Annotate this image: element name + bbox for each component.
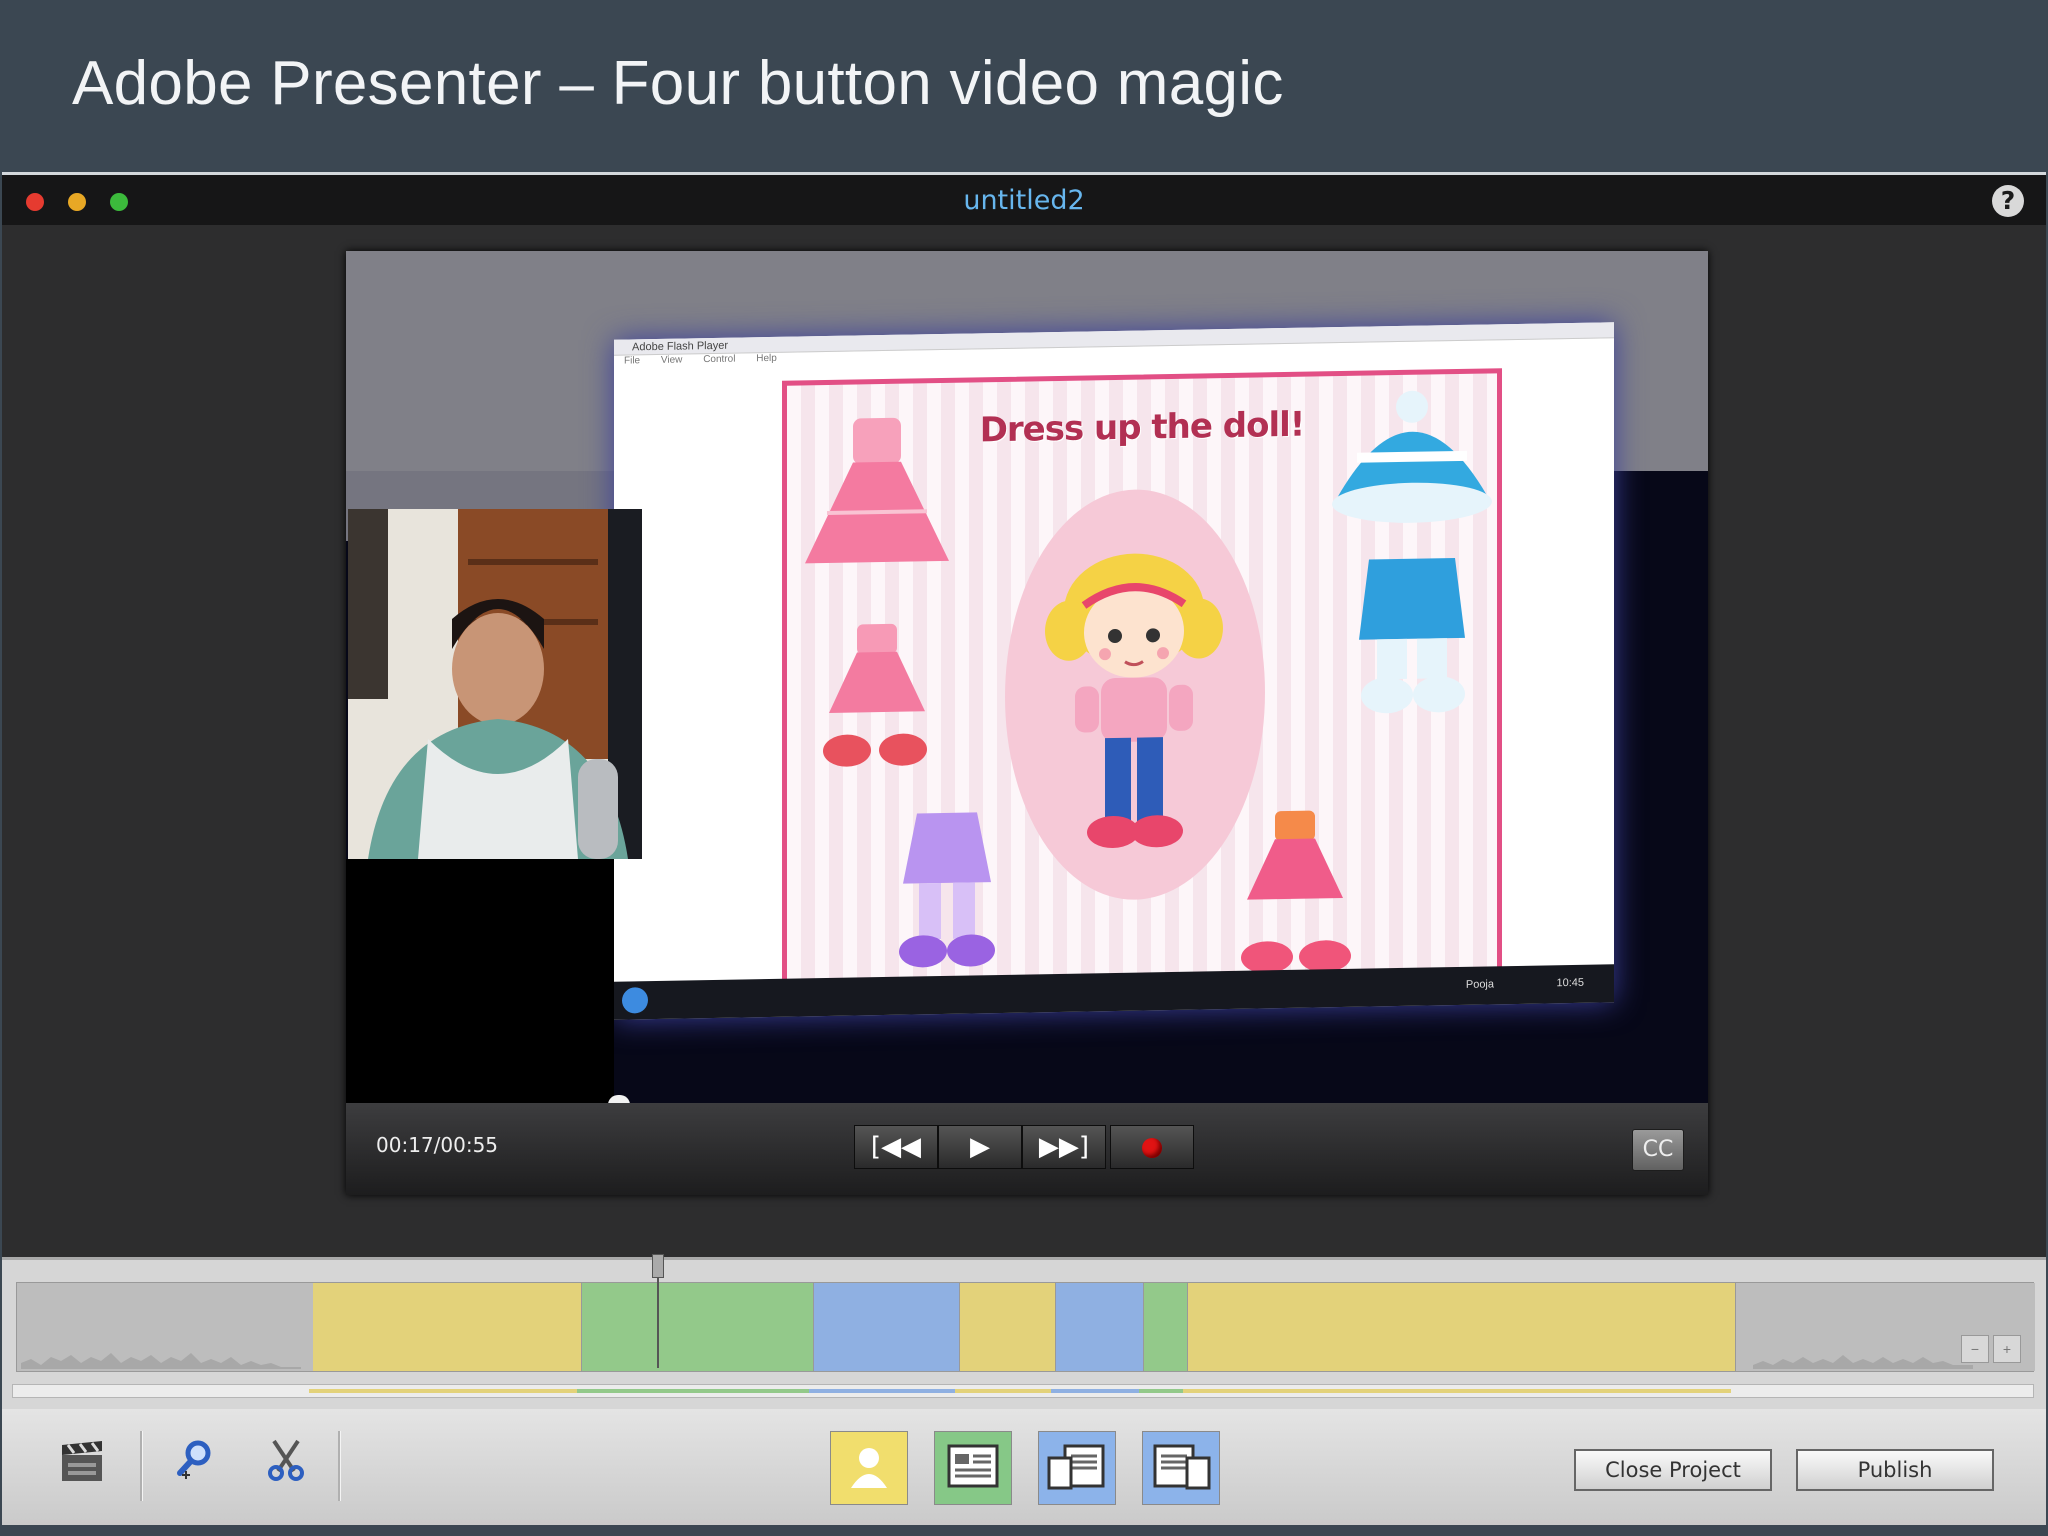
timeline-track[interactable]: − + [16, 1282, 2035, 1372]
audio-waveform-left [21, 1353, 301, 1369]
overview-segment-yellow [1183, 1389, 1731, 1393]
player-controls: 00:17/00:55 [◀◀ ▶ ▶▶] CC [346, 1103, 1708, 1195]
presenter-only-layout-button[interactable] [830, 1431, 908, 1505]
overview-segment-grey [13, 1389, 309, 1393]
pink-dress-with-shoes-item[interactable] [817, 619, 937, 771]
orange-dress-item[interactable] [1231, 806, 1361, 978]
video-player: Adobe Flash Player File View Control Hel… [346, 251, 1708, 1195]
blue-outfit-item[interactable] [1347, 548, 1477, 720]
zoom-icon[interactable] [166, 1437, 226, 1497]
content-only-layout-button[interactable] [934, 1431, 1012, 1505]
purple-outfit-item[interactable] [887, 802, 1007, 974]
zoom-in-icon[interactable]: + [1993, 1335, 2021, 1363]
content-presenter-icon [1153, 1444, 1211, 1490]
timeline-segment-blue[interactable] [1055, 1283, 1144, 1371]
toolbar-divider [140, 1431, 143, 1501]
recorded-screen: Adobe Flash Player File View Control Hel… [614, 322, 1614, 1020]
overview-segment-blue [1051, 1389, 1139, 1393]
fast-forward-button[interactable]: ▶▶] [1022, 1125, 1106, 1169]
dress-up-game: Dress up the doll! [782, 368, 1502, 993]
recorded-taskbar: Pooja 10:45 [614, 964, 1614, 1020]
slide-icon [947, 1444, 999, 1488]
video-scrub-handle[interactable] [608, 1095, 630, 1103]
play-button[interactable]: ▶ [938, 1125, 1022, 1169]
overview-segment-green [1139, 1389, 1183, 1393]
clapperboard-icon[interactable] [52, 1437, 112, 1497]
recorded-menu-item: File [624, 355, 641, 367]
presenter-window: untitled2 ? Adobe Flash Player File View… [2, 172, 2046, 1525]
playhead-handle[interactable] [652, 1254, 664, 1278]
scissors-icon[interactable] [256, 1437, 316, 1497]
closed-captions-button[interactable]: CC [1632, 1129, 1684, 1171]
windows-start-icon [622, 987, 648, 1014]
taskbar-clock: 10:45 [1556, 976, 1584, 990]
timecode: 00:17/00:55 [376, 1133, 499, 1157]
overview-segment-yellow [955, 1389, 1051, 1393]
audio-waveform-right [1753, 1355, 1973, 1369]
timeline-segment-yellow[interactable] [959, 1283, 1056, 1371]
taskbar-user: Pooja [1465, 978, 1494, 991]
presenter-left-layout-button[interactable] [1038, 1431, 1116, 1505]
timeline-segment-green[interactable] [581, 1283, 814, 1371]
close-project-button[interactable]: Close Project [1574, 1449, 1772, 1491]
timeline-segment-green[interactable] [1143, 1283, 1188, 1371]
bottom-toolbar: Close Project Publish [2, 1409, 2046, 1525]
overview-segment-grey [1731, 1389, 2031, 1393]
presenter-right-layout-button[interactable] [1142, 1431, 1220, 1505]
overview-segment-blue [809, 1389, 955, 1393]
timeline-segment-yellow[interactable] [313, 1283, 582, 1371]
toolbar-divider [338, 1431, 341, 1501]
transport-controls: [◀◀ ▶ ▶▶] [854, 1125, 1194, 1169]
overview-segment-green [577, 1389, 809, 1393]
recorded-menu-item: Help [756, 352, 777, 365]
recorded-menu-item: Control [703, 353, 736, 366]
record-button[interactable] [1110, 1125, 1194, 1169]
blue-hat-item[interactable] [1327, 385, 1497, 538]
timeline: − + [2, 1254, 2046, 1412]
webcam-letterbox [346, 859, 614, 1103]
overview-segment-yellow [309, 1389, 577, 1393]
timeline-segment-blue[interactable] [813, 1283, 960, 1371]
record-icon [1142, 1137, 1162, 1158]
doll-illustration [1045, 553, 1223, 849]
window-titlebar: untitled2 ? [2, 175, 2046, 225]
presenter-webcam [348, 509, 642, 859]
person-icon [851, 1448, 887, 1488]
pink-dress-item[interactable] [797, 411, 957, 574]
timeline-overview[interactable] [12, 1384, 2034, 1398]
recorded-menu-item: View [660, 354, 683, 366]
presenter-video-frame [348, 509, 642, 859]
help-icon[interactable]: ? [1992, 185, 2024, 217]
publish-button[interactable]: Publish [1796, 1449, 1994, 1491]
timeline-segment-yellow[interactable] [1187, 1283, 1736, 1371]
presenter-content-icon [1047, 1444, 1105, 1490]
playhead [657, 1278, 659, 1368]
rewind-button[interactable]: [◀◀ [854, 1125, 938, 1169]
zoom-out-icon[interactable]: − [1961, 1335, 1989, 1363]
slide-title: Adobe Presenter – Four button video magi… [72, 49, 1284, 118]
window-title: untitled2 [963, 185, 1085, 216]
video-canvas[interactable]: Adobe Flash Player File View Control Hel… [346, 251, 1708, 1103]
